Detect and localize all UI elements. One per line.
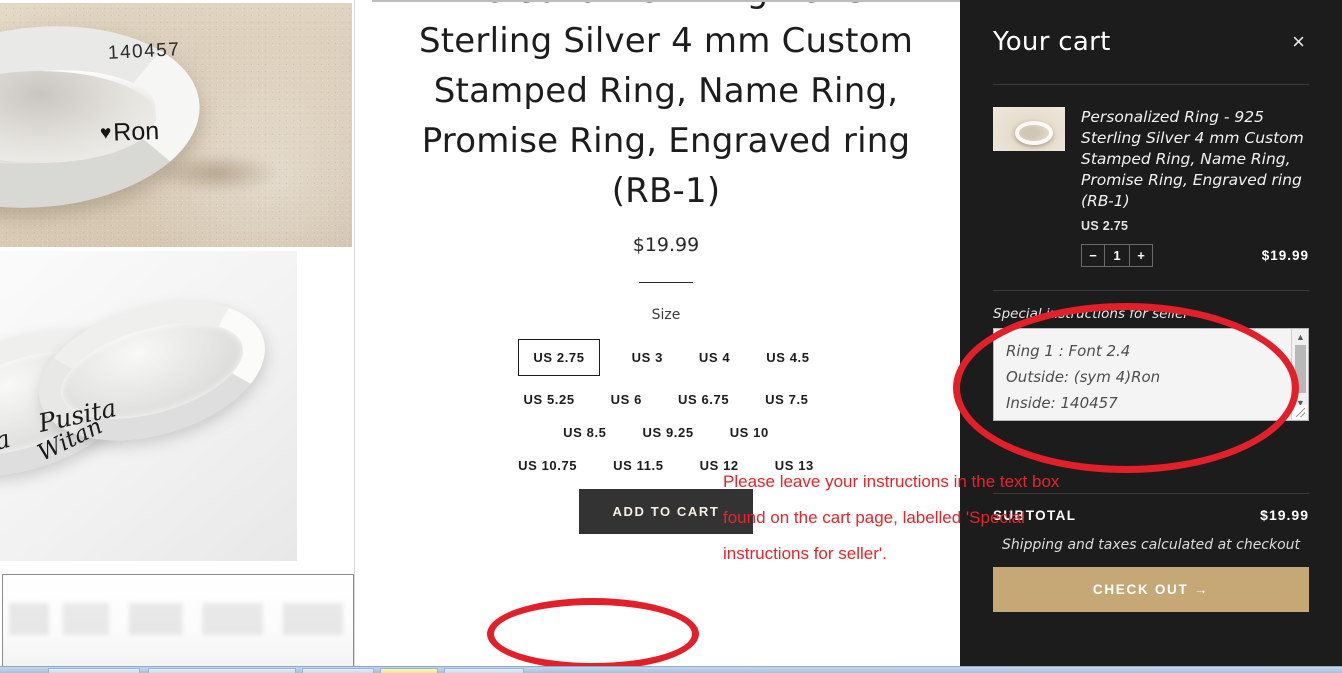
divider [639, 282, 693, 283]
product-price: $19.99 [632, 234, 700, 256]
size-row: US 8.5 US 9.25 US 10 [372, 423, 960, 442]
size-option-us-6-75[interactable]: US 6.75 [674, 390, 733, 409]
divider [993, 290, 1309, 291]
size-row: US 2.75 US 3 US 4 US 4.5 [372, 339, 960, 376]
taskbar-button[interactable] [148, 668, 296, 673]
cart-item-thumbnail[interactable] [993, 107, 1065, 151]
special-instructions-label: Special instructions for seller [993, 306, 1189, 322]
engraving-name: Ron [112, 116, 160, 147]
size-option-us-13[interactable]: US 13 [771, 456, 818, 475]
taskbar-button[interactable] [444, 668, 524, 673]
os-taskbar[interactable] [0, 666, 1342, 673]
size-option-us-10[interactable]: US 10 [726, 423, 773, 442]
size-option-us-6[interactable]: US 6 [607, 390, 646, 409]
size-option-us-10-75[interactable]: US 10.75 [514, 456, 581, 475]
engraving-outside-text: ♥Ron [100, 117, 160, 148]
cart-header: Your cart × [993, 0, 1309, 57]
screenshot-root: 140457 ♥Ron Pusita Witan Pusita Personal… [0, 0, 1342, 673]
engraving-inside-text: 140457 [107, 39, 181, 64]
cart-title: Your cart [993, 27, 1111, 57]
product-photo-ring-on-sand[interactable]: 140457 ♥Ron [0, 3, 352, 247]
top-rule [372, 0, 960, 2]
subtotal-value: $19.99 [1260, 507, 1309, 523]
resize-handle-icon[interactable] [1292, 405, 1307, 419]
page-title: Personalized Ring - 925 Sterling Silver … [418, 0, 914, 211]
scroll-up-icon[interactable]: ▲ [1292, 330, 1309, 344]
subtotal-row: SUBTOTAL $19.99 [993, 507, 1309, 523]
size-option-us-4-5[interactable]: US 4.5 [762, 348, 813, 367]
cart-item-info: Personalized Ring - 925 Sterling Silver … [1081, 107, 1309, 267]
cart-item-variant: US 2.75 [1081, 219, 1129, 233]
quantity-input[interactable]: 1 [1104, 245, 1130, 266]
add-to-cart-button[interactable]: ADD TO CART [578, 489, 754, 534]
add-to-cart-wrapper: ADD TO CART [372, 489, 960, 534]
close-icon[interactable]: × [1288, 29, 1309, 55]
size-option-us-12[interactable]: US 12 [696, 456, 743, 475]
faded-content [9, 603, 343, 635]
size-option-us-4[interactable]: US 4 [695, 348, 734, 367]
subtotal-label: SUBTOTAL [993, 508, 1077, 523]
quantity-increase-button[interactable]: + [1130, 245, 1152, 266]
shipping-note: Shipping and taxes calculated at checkou… [1001, 537, 1301, 553]
product-details-column: Personalized Ring - 925 Sterling Silver … [372, 0, 960, 673]
cart-item-title[interactable]: Personalized Ring - 925 Sterling Silver … [1081, 107, 1309, 212]
size-options: US 2.75 US 3 US 4 US 4.5 US 5.25 US 6 US… [372, 339, 960, 475]
scrollbar-thumb[interactable] [1295, 345, 1306, 393]
cart-item-qty-row: − 1 + $19.99 [1081, 244, 1309, 267]
quantity-decrease-button[interactable]: − [1082, 245, 1104, 266]
size-option-us-7-5[interactable]: US 7.5 [761, 390, 812, 409]
checkout-button[interactable]: CHECK OUT → [993, 567, 1309, 612]
taskbar-button[interactable] [302, 668, 374, 673]
size-option-us-2-75[interactable]: US 2.75 [518, 339, 600, 376]
product-photo-engraved-pair[interactable]: Pusita Witan Pusita [0, 251, 297, 561]
heart-icon: ♥ [99, 122, 112, 145]
size-option-us-11-5[interactable]: US 11.5 [609, 456, 667, 475]
gallery-divider [354, 0, 355, 673]
size-row: US 5.25 US 6 US 6.75 US 7.5 [372, 390, 960, 409]
size-option-us-5-25[interactable]: US 5.25 [519, 390, 578, 409]
size-option-us-9-25[interactable]: US 9.25 [639, 423, 698, 442]
cart-drawer: Your cart × Personalized Ring - 925 Ster… [960, 0, 1342, 673]
size-row: US 10.75 US 11.5 US 12 US 13 [372, 456, 960, 475]
size-option-us-8-5[interactable]: US 8.5 [559, 423, 610, 442]
size-label: Size [651, 307, 681, 323]
divider [993, 493, 1309, 494]
quantity-stepper: − 1 + [1081, 244, 1153, 267]
cart-line-item: Personalized Ring - 925 Sterling Silver … [993, 85, 1309, 267]
product-photo-blank[interactable] [2, 574, 354, 669]
special-instructions-value[interactable]: Ring 1 : Font 2.4 Outside: (sym 4)Ron In… [1006, 338, 1280, 416]
product-gallery: 140457 ♥Ron Pusita Witan Pusita [0, 0, 354, 673]
taskbar-button[interactable] [48, 668, 140, 673]
size-option-us-3[interactable]: US 3 [628, 348, 667, 367]
taskbar-button[interactable] [380, 668, 438, 673]
cart-item-price: $19.99 [1261, 248, 1309, 263]
special-instructions-textarea[interactable]: Ring 1 : Font 2.4 Outside: (sym 4)Ron In… [993, 328, 1309, 421]
